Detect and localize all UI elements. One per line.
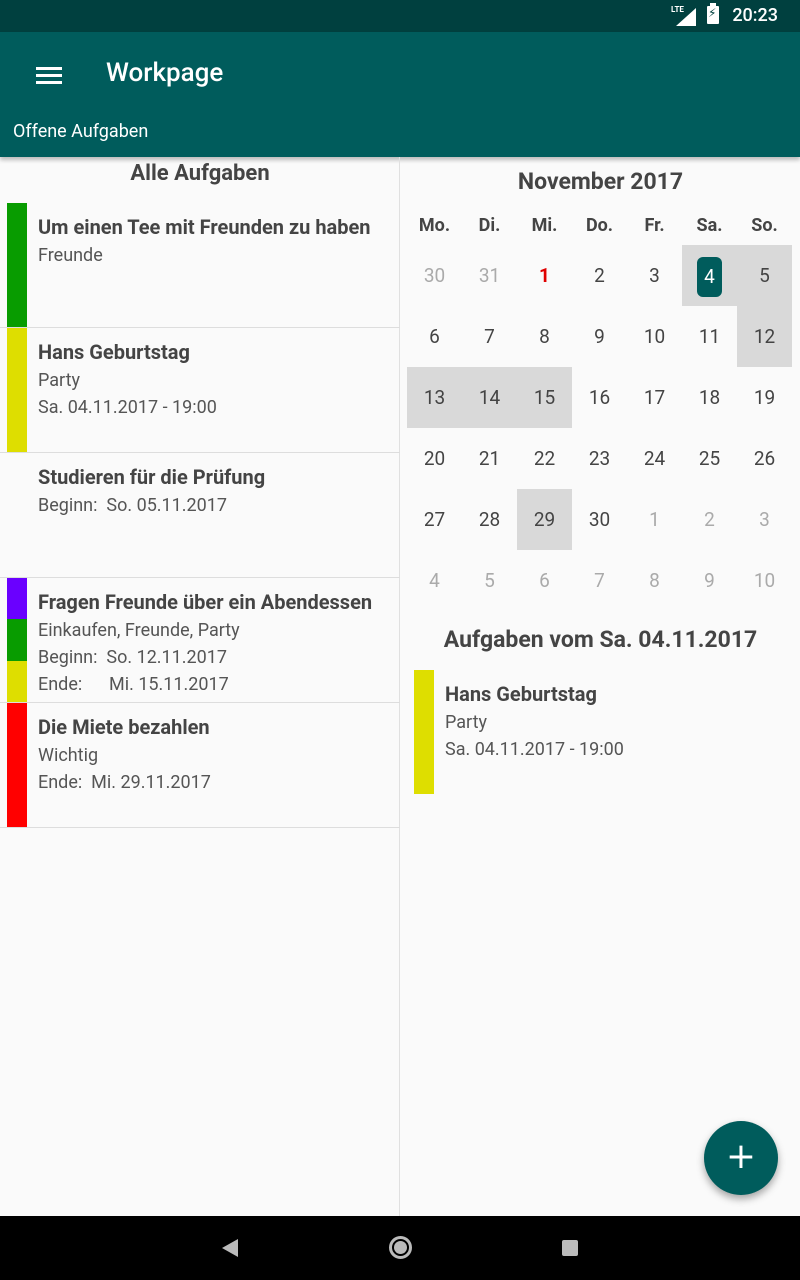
calendar-day[interactable]: 7 bbox=[572, 550, 627, 611]
calendar-day[interactable]: 5 bbox=[462, 550, 517, 611]
task-title: Hans Geburtstag bbox=[445, 682, 597, 706]
calendar-day[interactable]: 18 bbox=[682, 367, 737, 428]
task-color-bar bbox=[7, 203, 27, 327]
calendar-day[interactable]: 10 bbox=[627, 306, 682, 367]
day-tasks-title: Aufgaben vom Sa. 04.11.2017 bbox=[443, 626, 758, 653]
weekday-label: Sa. bbox=[696, 215, 723, 236]
calendar-day[interactable]: 30 bbox=[572, 489, 627, 550]
calendar-day[interactable]: 6 bbox=[517, 550, 572, 611]
back-icon[interactable] bbox=[222, 1239, 238, 1257]
calendar-day[interactable]: 23 bbox=[572, 428, 627, 489]
calendar-day[interactable]: 2 bbox=[572, 245, 627, 306]
calendar-day[interactable]: 30 bbox=[407, 245, 462, 306]
task-detail: Sa. 04.11.2017 - 19:00 bbox=[445, 739, 624, 760]
task-detail: Wichtig bbox=[38, 745, 99, 766]
app-subtitle: Offene Aufgaben bbox=[13, 121, 149, 142]
signal-icon bbox=[676, 8, 696, 26]
calendar-day[interactable]: 10 bbox=[737, 550, 792, 611]
task-title: Die Miete bezahlen bbox=[38, 715, 210, 739]
weekday-label: Mi. bbox=[531, 215, 558, 236]
calendar-day[interactable]: 5 bbox=[737, 245, 792, 306]
recent-apps-icon[interactable] bbox=[562, 1240, 578, 1256]
task-item[interactable]: Hans Geburtstag Party Sa. 04.11.2017 - 19:… bbox=[0, 328, 400, 453]
clock: 20:23 bbox=[732, 5, 778, 26]
all-tasks-pane: Alle Aufgaben Um einen Tee mit Freunden … bbox=[0, 157, 400, 1216]
selected-day: 4 bbox=[697, 256, 722, 297]
month-title: November 2017 bbox=[517, 168, 684, 195]
calendar-day[interactable]: 31 bbox=[462, 245, 517, 306]
calendar-day[interactable]: 8 bbox=[627, 550, 682, 611]
task-detail: Einkaufen, Freunde, Party bbox=[38, 620, 240, 641]
weekday-label: Fr. bbox=[644, 215, 665, 236]
calendar-day[interactable]: 15 bbox=[517, 367, 572, 428]
calendar-day[interactable]: 7 bbox=[462, 306, 517, 367]
task-color-bar bbox=[414, 670, 434, 794]
all-tasks-title: Alle Aufgaben bbox=[130, 161, 270, 186]
calendar-day[interactable]: 13 bbox=[407, 367, 462, 428]
calendar-day[interactable]: 14 bbox=[462, 367, 517, 428]
calendar-day[interactable]: 29 bbox=[517, 489, 572, 550]
calendar-day[interactable]: 9 bbox=[572, 306, 627, 367]
task-color-bar bbox=[7, 660, 27, 702]
calendar-day[interactable]: 12 bbox=[737, 306, 792, 367]
calendar-day[interactable]: 19 bbox=[737, 367, 792, 428]
calendar-day[interactable]: 3 bbox=[627, 245, 682, 306]
calendar-day[interactable]: 22 bbox=[517, 428, 572, 489]
task-item[interactable]: Studieren für die Prüfung Beginn: So. 05.… bbox=[0, 453, 400, 578]
task-title: Hans Geburtstag bbox=[38, 340, 190, 364]
weekday-label: Do. bbox=[585, 215, 614, 236]
battery-icon bbox=[707, 3, 719, 24]
calendar-day[interactable]: 17 bbox=[627, 367, 682, 428]
task-detail: Sa. 04.11.2017 - 19:00 bbox=[38, 397, 217, 418]
app-bar: Workpage Offene Aufgaben bbox=[0, 32, 800, 157]
task-detail: Ende: Mi. 29.11.2017 bbox=[38, 772, 211, 793]
task-color-bar bbox=[7, 328, 27, 452]
add-icon: + bbox=[725, 1136, 757, 1177]
task-detail: Beginn: So. 05.11.2017 bbox=[38, 495, 227, 516]
task-color-bar bbox=[7, 703, 27, 827]
task-color-bar bbox=[7, 619, 27, 661]
calendar-day[interactable]: 4 bbox=[682, 245, 737, 306]
calendar-day[interactable]: 6 bbox=[407, 306, 462, 367]
task-detail: Beginn: So. 12.11.2017 bbox=[38, 647, 227, 668]
calendar-day[interactable]: 20 bbox=[407, 428, 462, 489]
app-title: Workpage bbox=[106, 58, 224, 88]
calendar-day[interactable]: 1 bbox=[517, 245, 572, 306]
home-icon[interactable] bbox=[389, 1236, 412, 1259]
task-title: Studieren für die Prüfung bbox=[38, 465, 266, 489]
status-bar: LTE 20:23 bbox=[0, 0, 800, 32]
calendar-day[interactable]: 9 bbox=[682, 550, 737, 611]
weekday-label: Mo. bbox=[418, 215, 451, 236]
task-item[interactable]: Fragen Freunde über ein Abendessen Einkau… bbox=[0, 578, 400, 703]
weekday-label: Di. bbox=[478, 215, 501, 236]
task-detail: Party bbox=[445, 712, 487, 733]
task-item[interactable]: Hans Geburtstag Party Sa. 04.11.2017 - 19:… bbox=[407, 670, 800, 795]
add-task-button[interactable]: + bbox=[704, 1121, 778, 1195]
task-title: Fragen Freunde über ein Abendessen bbox=[38, 590, 373, 614]
calendar-day[interactable]: 1 bbox=[627, 489, 682, 550]
calendar-day[interactable]: 2 bbox=[682, 489, 737, 550]
calendar-day[interactable]: 3 bbox=[737, 489, 792, 550]
menu-icon[interactable] bbox=[36, 66, 62, 86]
calendar-day[interactable]: 4 bbox=[407, 550, 462, 611]
navigation-bar bbox=[0, 1216, 800, 1280]
calendar-day[interactable]: 27 bbox=[407, 489, 462, 550]
calendar-day[interactable]: 28 bbox=[462, 489, 517, 550]
weekday-label: So. bbox=[751, 215, 778, 236]
task-detail: Ende: Mi. 15.11.2017 bbox=[38, 674, 229, 695]
calendar-pane: November 2017 Mo. Di. Mi. Do. Fr. Sa. So. 30 31 1… bbox=[401, 157, 800, 1216]
calendar-day[interactable]: 21 bbox=[462, 428, 517, 489]
calendar-day[interactable]: 11 bbox=[682, 306, 737, 367]
task-item[interactable]: Die Miete bezahlen Wichtig Ende: Mi. 29.11… bbox=[0, 703, 400, 828]
task-title: Um einen Tee mit Freunden zu haben bbox=[38, 215, 371, 239]
task-color-bar bbox=[7, 578, 27, 620]
calendar-day[interactable]: 25 bbox=[682, 428, 737, 489]
task-detail: Freunde bbox=[38, 245, 103, 266]
task-item[interactable]: Um einen Tee mit Freunden zu haben Freund… bbox=[0, 203, 400, 328]
calendar-day[interactable]: 16 bbox=[572, 367, 627, 428]
calendar-day[interactable]: 26 bbox=[737, 428, 792, 489]
task-detail: Party bbox=[38, 370, 80, 391]
calendar-day[interactable]: 24 bbox=[627, 428, 682, 489]
calendar-day[interactable]: 8 bbox=[517, 306, 572, 367]
